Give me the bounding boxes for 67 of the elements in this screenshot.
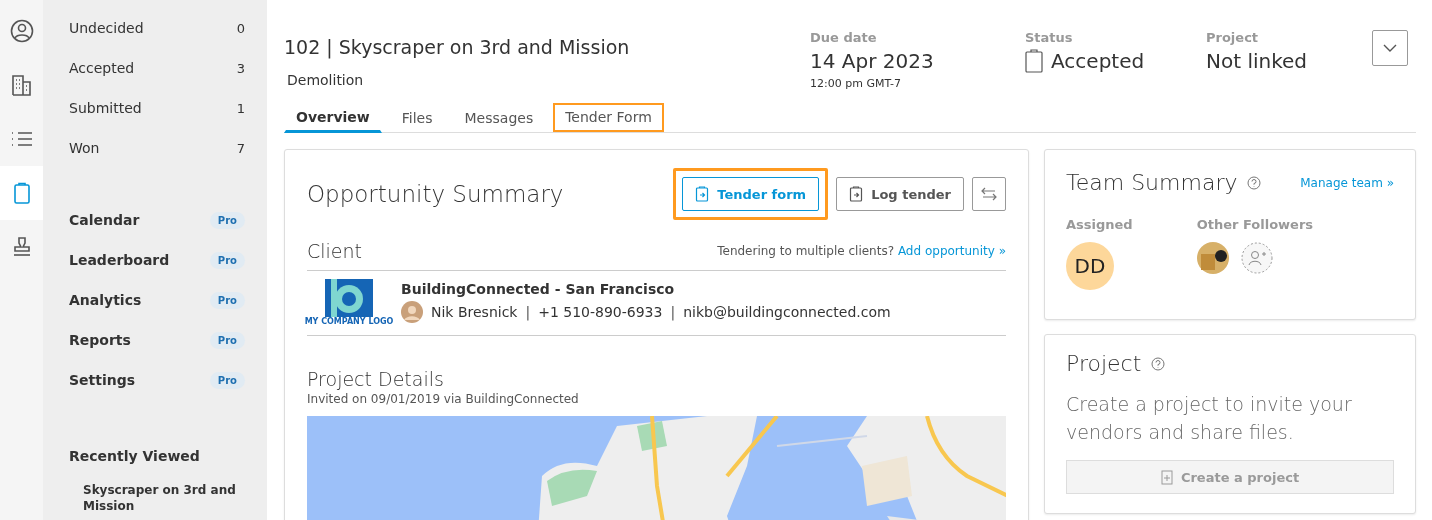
avatar [401, 301, 423, 323]
help-icon[interactable] [1151, 356, 1166, 371]
field-value: 14 Apr 2023 [810, 49, 934, 73]
card-title: Project [1066, 351, 1142, 376]
company-logo: MY COMPANY LOGO [307, 279, 391, 327]
section-heading: Recently Viewed [69, 448, 201, 464]
nav-item[interactable]: Submitted [69, 100, 142, 116]
chevron-down-icon [1383, 44, 1397, 52]
contact-email: nikb@buildingconnected.com [683, 304, 891, 320]
separator: | [670, 304, 676, 320]
profile-icon [9, 19, 34, 43]
due-time: 12:00 pm GMT-7 [810, 77, 903, 90]
pro-badge: Pro [209, 331, 245, 349]
nav-item[interactable]: Leaderboard [69, 252, 170, 268]
avatar: DD [1066, 242, 1114, 290]
client-name: BuildingConnected - San Francisco [401, 281, 676, 297]
swap-icon [981, 187, 997, 201]
tab[interactable]: Files [389, 104, 445, 133]
card-title: Opportunity Summary [307, 181, 564, 207]
log-tender-button[interactable]: Log tender [836, 177, 964, 211]
tab[interactable]: Tender Form [553, 103, 664, 132]
pro-badge: Pro [209, 211, 245, 229]
nav-count: 1 [236, 100, 245, 116]
nav-count: 0 [236, 20, 245, 36]
nav-count: 7 [236, 140, 245, 156]
pro-badge: Pro [209, 291, 245, 309]
pro-badge: Pro [209, 371, 245, 389]
nav-item[interactable]: Settings [69, 372, 136, 388]
help-icon[interactable] [1247, 175, 1262, 190]
nav-count: 3 [236, 60, 245, 76]
clipboard-icon [695, 186, 710, 202]
field-value: Not linked [1206, 49, 1308, 73]
dropdown-button[interactable] [1372, 30, 1408, 66]
swap-button[interactable] [972, 177, 1006, 211]
field-label: Status [1025, 30, 1074, 45]
clipboard-icon [1160, 469, 1173, 485]
page-title: 102 | Skyscraper on 3rd and Mission [284, 36, 631, 58]
section-heading: Client [307, 240, 362, 262]
nav-item[interactable]: Undecided [69, 20, 144, 36]
multiple-clients-prompt: Tendering to multiple clients? Add opportunity » [717, 244, 1006, 258]
project-description: Create a project to invite your vendors and share files. [1066, 392, 1353, 445]
card-title: Team Summary [1066, 170, 1238, 195]
nav-item[interactable]: Reports [69, 332, 131, 348]
field-label: Other Followers [1196, 217, 1314, 232]
field-label: Assigned [1066, 217, 1133, 232]
trade-label: Demolition [287, 72, 365, 88]
field-label: Project [1206, 30, 1260, 45]
add-follower-icon[interactable] [1240, 242, 1273, 274]
section-heading: Project Details [307, 368, 445, 390]
clipboard-icon [1025, 49, 1043, 73]
field-value: Accepted [1051, 49, 1145, 73]
tab[interactable]: Overview [284, 103, 382, 133]
recent-item-link[interactable]: Skyscraper on 3rd and Mission [83, 482, 245, 514]
invited-note: Invited on 09/01/2019 via BuildingConnected [307, 392, 580, 406]
nav-item[interactable]: Analytics [69, 292, 142, 308]
clipboard-icon [849, 186, 864, 202]
avatar [1196, 242, 1229, 274]
nav-item[interactable]: Won [69, 140, 100, 156]
building-icon [9, 73, 34, 97]
pro-badge: Pro [209, 251, 245, 269]
field-label: Due date [810, 30, 878, 45]
nav-item[interactable]: Calendar [69, 212, 140, 228]
separator: | [525, 304, 531, 320]
tab[interactable]: Messages [452, 104, 546, 133]
nav-item[interactable]: Accepted [69, 60, 135, 76]
contact-phone: +1 510-890-6933 [538, 304, 663, 320]
contact-name: Nik Bresnick [431, 304, 518, 320]
